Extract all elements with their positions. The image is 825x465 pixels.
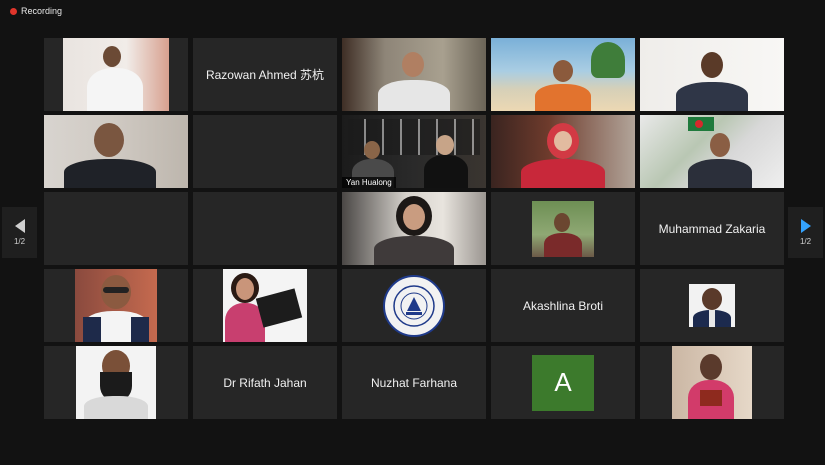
participant-tile[interactable] <box>44 346 188 419</box>
participant-video <box>342 38 486 111</box>
participant-tile[interactable] <box>640 269 784 342</box>
record-dot-icon <box>10 7 17 15</box>
participant-tile-active-speaker[interactable]: Yan Hualong <box>342 115 486 188</box>
participant-tile[interactable] <box>44 115 188 188</box>
participant-video <box>640 38 784 111</box>
recording-label: Recording <box>21 6 63 16</box>
participant-tile[interactable] <box>491 38 635 111</box>
previous-page-button[interactable]: 1/2 <box>2 207 37 258</box>
participant-tile[interactable] <box>44 269 188 342</box>
participant-tile[interactable] <box>193 269 337 342</box>
participant-tile[interactable] <box>44 38 188 111</box>
participant-tile[interactable]: Nuzhat Farhana <box>342 346 486 419</box>
participant-tile[interactable] <box>193 115 337 188</box>
participant-video <box>640 115 784 188</box>
participant-tile[interactable] <box>491 115 635 188</box>
participant-video <box>491 38 635 111</box>
participant-name: Razowan Ahmed 苏杭 <box>205 68 325 82</box>
participant-video <box>491 115 635 188</box>
next-page-button[interactable]: 1/2 <box>788 207 823 258</box>
participant-tile[interactable]: Razowan Ahmed 苏杭 <box>193 38 337 111</box>
participant-profile-picture <box>689 284 735 327</box>
participant-tile[interactable]: Akashlina Broti <box>491 269 635 342</box>
page-indicator: 1/2 <box>799 237 812 246</box>
participant-name-label: Yan Hualong <box>342 177 396 188</box>
participant-profile-picture <box>223 269 307 342</box>
participant-tile[interactable] <box>193 192 337 265</box>
participant-profile-picture <box>76 346 156 419</box>
participant-tile[interactable] <box>640 38 784 111</box>
participant-video <box>342 192 486 265</box>
participant-profile-picture <box>672 346 752 419</box>
participant-tile[interactable]: Muhammad Zakaria <box>640 192 784 265</box>
participant-tile[interactable] <box>640 115 784 188</box>
chevron-left-icon <box>14 219 25 233</box>
participant-tile[interactable] <box>44 192 188 265</box>
participant-tile[interactable] <box>342 192 486 265</box>
participant-video <box>44 115 188 188</box>
participant-avatar: A <box>532 354 594 411</box>
recording-indicator: Recording <box>10 6 62 16</box>
participant-tile[interactable]: A <box>491 346 635 419</box>
participant-name: Akashlina Broti <box>522 298 604 313</box>
participant-gallery: Razowan Ahmed 苏杭 Yan Hualong Muhammad Za… <box>44 38 784 419</box>
participant-name: Muhammad Zakaria <box>658 221 766 236</box>
page-indicator: 1/2 <box>13 237 26 246</box>
participant-video <box>63 38 169 111</box>
participant-profile-picture <box>75 269 157 342</box>
participant-tile[interactable] <box>640 346 784 419</box>
emblem-icon <box>393 284 435 327</box>
participant-tile[interactable] <box>342 269 486 342</box>
participant-tile[interactable] <box>491 192 635 265</box>
chevron-right-icon <box>800 219 811 233</box>
participant-name: Dr Rifath Jahan <box>223 375 307 390</box>
organization-logo <box>383 274 445 337</box>
participant-profile-picture <box>532 200 594 257</box>
participant-name: Nuzhat Farhana <box>370 375 458 390</box>
participant-tile[interactable] <box>342 38 486 111</box>
participant-tile[interactable]: Dr Rifath Jahan <box>193 346 337 419</box>
